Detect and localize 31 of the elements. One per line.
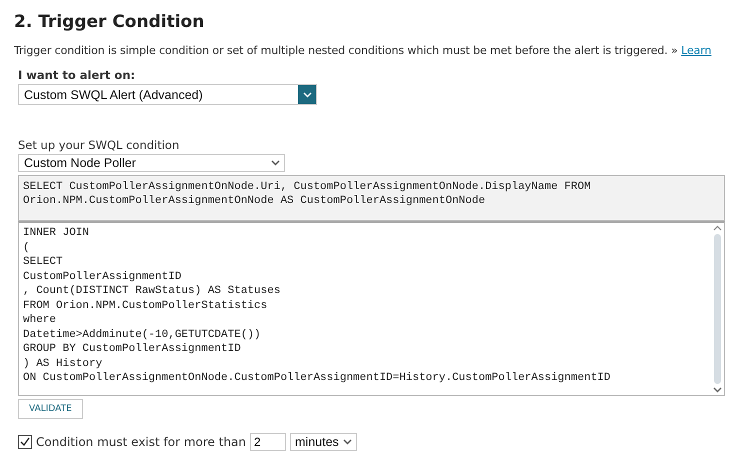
swql-condition-label: Set up your SWQL condition xyxy=(18,138,180,152)
code-line: CustomPollerAssignmentID xyxy=(23,270,182,284)
code-line: SELECT xyxy=(23,255,64,270)
query-editor[interactable] xyxy=(18,221,725,396)
duration-input[interactable]: 2 xyxy=(250,433,286,451)
alert-type-dropdown[interactable]: Custom SWQL Alert (Advanced) xyxy=(18,84,317,105)
code-line: GROUP BY CustomPollerAssignmentID xyxy=(23,342,242,356)
code-line: ON CustomPollerAssignmentOnNode.CustomPollerAssignmentID=History.CustomPollerAssignmentID xyxy=(23,371,612,386)
unit-dropdown[interactable]: minutes xyxy=(290,433,357,451)
code-line: ( xyxy=(23,240,31,255)
code-line: , Count(DISTINCT RawStatus) AS Statuses xyxy=(23,284,282,298)
duration-label: Condition must exist for more than xyxy=(36,435,246,449)
validate-button[interactable]: VALIDATE xyxy=(18,399,83,419)
scroll-up-icon xyxy=(712,225,722,231)
code-line: ) AS History xyxy=(23,356,104,371)
code-line: Orion.NPM.CustomPollerAssignmentOnNode AS CustomPollerAssignmentOnNode xyxy=(23,194,486,208)
chevron-down-icon xyxy=(342,439,352,445)
description-text: Trigger condition is simple condition or set of multiple nested conditions which must be met before the alert is triggered. » Learn xyxy=(14,44,712,57)
code-line: where xyxy=(23,313,58,328)
scroll-down-icon xyxy=(712,387,722,393)
chevron-down-icon xyxy=(302,92,312,98)
learn-link[interactable]: Learn xyxy=(681,44,712,57)
code-line: FROM Orion.NPM.CustomPollerStatistics xyxy=(23,298,268,313)
swql-template-dropdown[interactable]: Custom Node Poller xyxy=(18,154,285,172)
section-title: 2. Trigger Condition xyxy=(14,12,206,32)
chevron-down-icon xyxy=(271,160,280,166)
code-line: INNER JOIN xyxy=(23,226,90,240)
condition-checkbox[interactable] xyxy=(18,435,32,449)
alert-on-label: I want to alert on: xyxy=(18,68,136,82)
code-line: Datetime>Addminute(-10,GETUTCDATE()) xyxy=(23,328,262,342)
code-line: SELECT CustomPollerAssignmentOnNode.Uri, CustomPollerAssignmentOnNode.DisplayName FROM xyxy=(23,180,592,194)
